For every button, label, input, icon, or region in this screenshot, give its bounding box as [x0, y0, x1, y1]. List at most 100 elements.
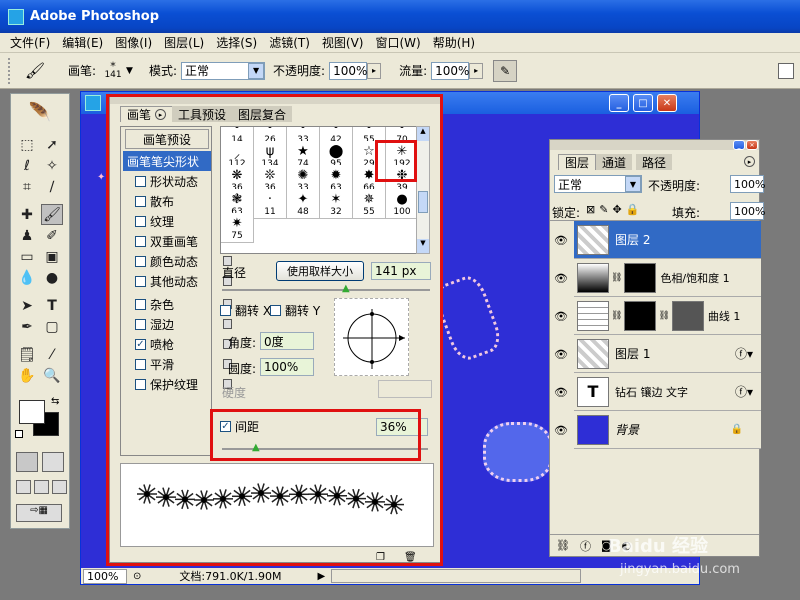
- blend-mode-select[interactable]: 正常 ▼: [554, 175, 642, 193]
- full-screen-menu-icon[interactable]: [34, 480, 49, 494]
- trash-icon[interactable]: 🗑: [404, 552, 417, 563]
- layer-effects-icon[interactable]: ⓕ▾: [735, 383, 753, 400]
- mode-select[interactable]: 正常 ▼: [181, 61, 266, 80]
- menu-filter[interactable]: 滤镜(T): [269, 34, 310, 51]
- swap-colors-icon[interactable]: ⇆: [51, 396, 59, 407]
- layer-row[interactable]: 图层 2: [574, 221, 761, 259]
- shape-tool-icon[interactable]: ▢: [41, 316, 63, 337]
- smoothing-checkbox[interactable]: [135, 358, 146, 370]
- status-menu-arrow-icon[interactable]: ▶: [318, 571, 326, 582]
- dodge-tool-icon[interactable]: ●: [41, 267, 63, 288]
- options-grip[interactable]: [8, 57, 14, 84]
- brush-tip-cell[interactable]: ✷ 75: [221, 213, 254, 243]
- layer-row[interactable]: ⛓ ⛓ 曲线 1: [574, 297, 761, 335]
- horizontal-scrollbar[interactable]: [331, 569, 582, 583]
- pen-tool-icon[interactable]: ✒: [16, 316, 38, 337]
- default-colors-icon[interactable]: [15, 430, 23, 438]
- menu-layer[interactable]: 图层(L): [164, 34, 204, 51]
- standard-screen-icon[interactable]: [16, 480, 31, 494]
- blur-tool-icon[interactable]: 💧: [16, 267, 38, 288]
- layers-menu-icon[interactable]: ▸: [744, 156, 755, 167]
- hand-tool-icon[interactable]: ✋: [16, 365, 38, 386]
- menu-file[interactable]: 文件(F): [10, 34, 50, 51]
- tab-channels[interactable]: 通道: [596, 154, 633, 170]
- flip-x-checkbox[interactable]: [220, 305, 231, 316]
- scroll-thumb[interactable]: [418, 191, 428, 213]
- list-scattering[interactable]: 散布: [135, 191, 232, 211]
- tab-brushes[interactable]: 画笔 ▸: [120, 106, 174, 122]
- jump-to-imageready-icon[interactable]: ⇨▦: [16, 504, 62, 522]
- lasso-tool-icon[interactable]: ℓ: [16, 155, 38, 176]
- opacity-arrow-icon[interactable]: ▸: [367, 62, 382, 79]
- lock-all-icon[interactable]: 🔒: [626, 203, 640, 216]
- type-tool-icon[interactable]: T: [41, 295, 63, 316]
- flip-y-option[interactable]: 翻转 Y: [270, 302, 320, 319]
- airbrush-toggle-icon[interactable]: ✎: [493, 59, 518, 82]
- brush-tip-cell[interactable]: ✶ 32: [320, 189, 353, 219]
- visibility-eye-icon[interactable]: 👁: [552, 221, 570, 259]
- minimize-button[interactable]: _: [609, 94, 629, 112]
- panel-grip[interactable]: [550, 140, 759, 150]
- spacing-slider-thumb[interactable]: ▲: [252, 442, 260, 453]
- flip-x-option[interactable]: 翻转 X: [220, 302, 271, 319]
- eyedropper-tool-icon[interactable]: ⁄: [41, 344, 63, 365]
- brush-picker[interactable]: ⁎ 141: [100, 56, 126, 86]
- tab-layers[interactable]: 图层: [558, 154, 597, 170]
- menu-select[interactable]: 选择(S): [216, 34, 257, 51]
- zoom-tool-icon[interactable]: 🔍: [41, 365, 63, 386]
- brush-picker-arrow-icon[interactable]: ▼: [126, 66, 133, 76]
- clone-stamp-tool-icon[interactable]: ♟: [16, 225, 38, 246]
- list-texture[interactable]: 纹理: [135, 211, 232, 231]
- panel-minimize-button[interactable]: _: [733, 140, 745, 150]
- menu-edit[interactable]: 编辑(E): [62, 34, 103, 51]
- brush-tip-cell[interactable]: · 11: [254, 189, 287, 219]
- tab-layer-comps[interactable]: 图层复合: [232, 106, 293, 122]
- crop-tool-icon[interactable]: ⌗: [16, 176, 38, 197]
- brush-tool-icon[interactable]: 🖌: [22, 59, 48, 83]
- tip-grid-scrollbar[interactable]: ▲ ▼: [416, 126, 430, 254]
- angle-input[interactable]: 0度: [260, 332, 314, 350]
- texture-checkbox[interactable]: [135, 215, 146, 227]
- healing-brush-tool-icon[interactable]: ✚: [16, 204, 38, 225]
- shape-dynamics-checkbox[interactable]: [135, 175, 146, 187]
- standard-mode-icon[interactable]: [16, 452, 38, 472]
- list-noise[interactable]: 杂色: [135, 294, 232, 314]
- list-wet-edges[interactable]: 湿边: [135, 314, 232, 334]
- brush-tip-cell[interactable]: ✦ 48: [287, 189, 320, 219]
- visibility-eye-icon[interactable]: 👁: [552, 259, 570, 297]
- lock-icon[interactable]: [223, 319, 232, 329]
- magic-wand-tool-icon[interactable]: ✧: [41, 155, 63, 176]
- list-dual-brush[interactable]: 双重画笔: [135, 231, 232, 251]
- angle-roundness-preview[interactable]: [334, 298, 409, 376]
- noise-checkbox[interactable]: [135, 298, 146, 310]
- tab-paths[interactable]: 路径: [636, 154, 673, 170]
- quick-mask-mode-icon[interactable]: [42, 452, 64, 472]
- visibility-eye-icon[interactable]: 👁: [552, 335, 570, 373]
- layer-row[interactable]: 背景 🔒: [574, 411, 761, 449]
- layer-row[interactable]: T 钻石 镶边 文字 ⓕ▾: [574, 373, 761, 411]
- foreground-color-swatch[interactable]: [19, 400, 45, 424]
- lock-image-icon[interactable]: ✎: [599, 203, 608, 216]
- panel-grip[interactable]: [110, 96, 441, 104]
- list-brush-presets[interactable]: 画笔预设: [125, 129, 209, 149]
- list-airbrush[interactable]: ✓ 喷枪: [135, 334, 232, 354]
- panel-close-button[interactable]: ✕: [746, 140, 758, 150]
- status-icon[interactable]: ⊙: [133, 571, 141, 582]
- history-brush-tool-icon[interactable]: ✐: [41, 225, 63, 246]
- diameter-slider[interactable]: [222, 289, 430, 291]
- scroll-down-icon[interactable]: ▼: [417, 239, 429, 253]
- layer-effects-icon[interactable]: ⓕ▾: [735, 345, 753, 362]
- visibility-eye-icon[interactable]: 👁: [552, 373, 570, 411]
- spacing-input[interactable]: 36%: [376, 418, 428, 436]
- menu-help[interactable]: 帮助(H): [433, 34, 475, 51]
- gradient-tool-icon[interactable]: ▣: [41, 246, 63, 267]
- brush-tip-cell[interactable]: ✵ 55: [353, 189, 386, 219]
- spacing-option[interactable]: ✓ 间距: [220, 418, 259, 435]
- full-screen-icon[interactable]: [52, 480, 67, 494]
- lock-position-icon[interactable]: ✥: [612, 203, 621, 216]
- add-style-icon[interactable]: ⓕ: [580, 538, 591, 554]
- path-selection-tool-icon[interactable]: ➤: [16, 295, 38, 316]
- notes-tool-icon[interactable]: 🗒: [16, 344, 38, 365]
- other-dynamics-checkbox[interactable]: [135, 275, 146, 287]
- new-brush-icon[interactable]: ❐: [376, 552, 385, 563]
